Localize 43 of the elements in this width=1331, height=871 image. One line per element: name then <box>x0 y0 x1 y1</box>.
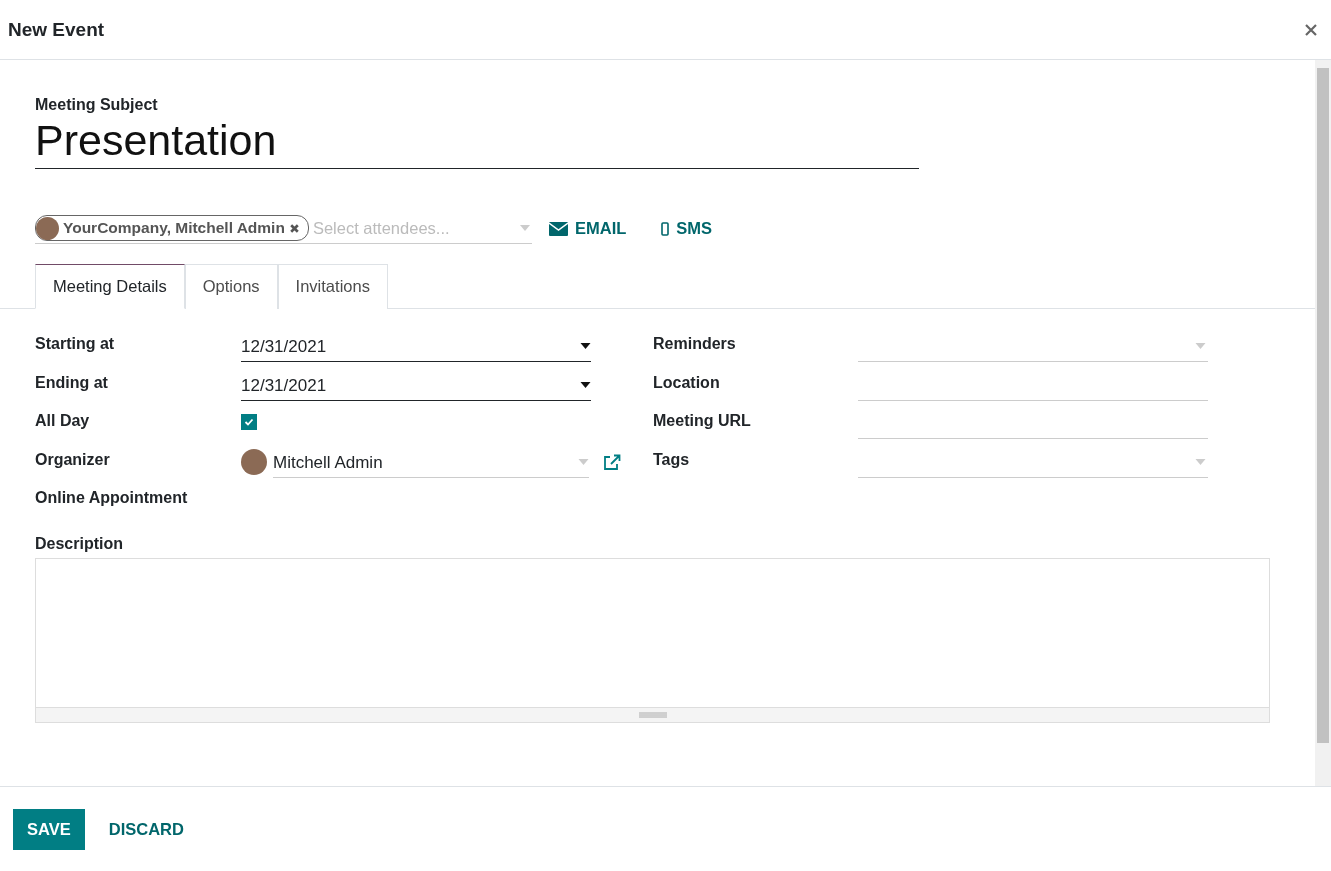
discard-button[interactable]: DISCARD <box>94 808 198 850</box>
field-label: Reminders <box>653 334 737 353</box>
date-field[interactable]: 12/31/2021 <box>241 369 591 401</box>
field-label: Description <box>35 534 124 553</box>
field-label: Starting at <box>35 334 116 353</box>
external-link-icon[interactable] <box>603 453 621 471</box>
description-editor[interactable] <box>35 557 1270 723</box>
checkmark-icon <box>244 418 254 426</box>
field-label: Meeting URL <box>653 411 752 430</box>
scrollbar[interactable] <box>1315 60 1331 786</box>
resize-handle-icon[interactable] <box>638 711 667 718</box>
close-icon[interactable] <box>1305 23 1317 36</box>
tab[interactable]: Options <box>184 264 278 309</box>
save-button[interactable]: SAVE <box>13 808 85 850</box>
caret-icon <box>520 225 530 231</box>
envelope-icon <box>549 221 568 236</box>
checkbox[interactable] <box>241 414 257 430</box>
action-link[interactable]: EMAIL <box>549 219 627 238</box>
remove-icon[interactable] <box>288 222 300 234</box>
dialog-title: New Event <box>8 18 105 41</box>
caret-icon <box>578 458 589 465</box>
attendees-field[interactable]: YourCompany, Mitchell Admin Select attendees... <box>35 213 532 244</box>
field-label: Organizer <box>35 449 111 469</box>
attendees-placeholder: Select attendees... <box>312 218 451 238</box>
tab[interactable]: Invitations <box>277 264 388 309</box>
field-label: Tags <box>653 449 691 469</box>
field-label: Location <box>653 372 721 392</box>
avatar-icon <box>241 449 267 475</box>
date-field[interactable]: 12/31/2021 <box>241 331 591 362</box>
field-label: Online Appointment <box>35 488 189 507</box>
avatar-icon <box>36 216 59 240</box>
field-label: Ending at <box>35 372 109 392</box>
organizer-field[interactable]: Mitchell Admin <box>273 446 589 478</box>
action-link[interactable]: SMS <box>661 219 713 238</box>
caret-icon <box>1195 458 1206 465</box>
caret-icon <box>1195 343 1206 349</box>
field-label: Meeting Subject <box>35 96 159 114</box>
field-label: All Day <box>35 411 91 430</box>
tab[interactable]: Meeting Details <box>35 264 185 309</box>
attendee-tag[interactable]: YourCompany, Mitchell Admin <box>35 215 309 241</box>
caret-icon <box>580 343 591 349</box>
phone-icon <box>661 221 670 236</box>
caret-icon <box>580 381 591 388</box>
